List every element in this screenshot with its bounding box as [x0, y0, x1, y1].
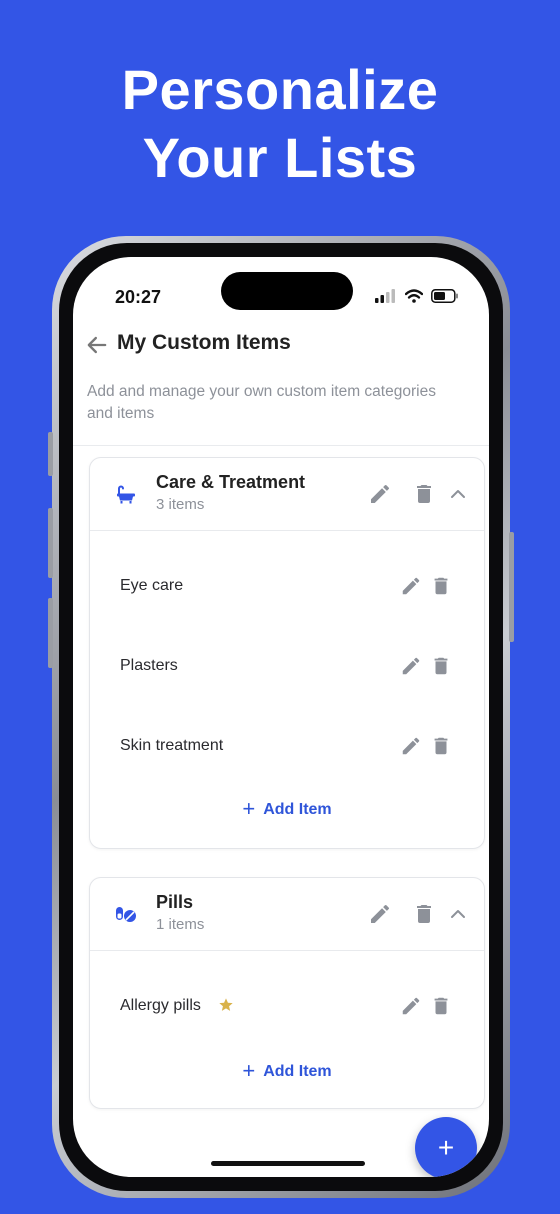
- add-category-fab[interactable]: +: [415, 1117, 477, 1177]
- back-arrow-icon[interactable]: [83, 331, 111, 359]
- item-name: Skin treatment: [120, 737, 224, 754]
- edit-category-pencil-icon[interactable]: [368, 482, 392, 506]
- plus-icon: +: [437, 1132, 455, 1163]
- category-card-care-treatment: Care & Treatment 3 items Eye care Plaste…: [89, 457, 485, 849]
- add-item-button[interactable]: + Add Item: [90, 796, 484, 822]
- category-item-count: 3 items: [156, 496, 205, 513]
- category-card-pills: Pills 1 items Allergy pills + Add Item: [89, 877, 485, 1109]
- pills-icon: [116, 907, 136, 922]
- app-bar: My Custom Items: [73, 323, 489, 373]
- headline-line-1: Personalize: [121, 58, 439, 121]
- item-name: Plasters: [120, 657, 178, 674]
- dynamic-island: [221, 272, 353, 310]
- phone-frame: 20:27 My Custom Items Add and manage you…: [48, 236, 514, 1198]
- phone-volume-down-button: [48, 598, 53, 668]
- list-item[interactable]: Plasters: [90, 627, 484, 707]
- header-divider: [73, 445, 489, 446]
- edit-item-pencil-icon[interactable]: [400, 735, 422, 757]
- status-icons: [375, 289, 459, 303]
- page-subtitle: Add and manage your own custom item cate…: [87, 383, 436, 422]
- phone-bezel: 20:27 My Custom Items Add and manage you…: [59, 243, 503, 1191]
- phone-volume-up-button: [48, 508, 53, 578]
- delete-item-trash-icon[interactable]: [430, 735, 452, 757]
- add-item-button[interactable]: + Add Item: [90, 1058, 484, 1084]
- collapse-chevron-up-icon[interactable]: [446, 902, 470, 926]
- category-item-count: 1 items: [156, 916, 205, 933]
- battery-icon: [431, 289, 458, 303]
- category-header[interactable]: Pills 1 items: [90, 878, 484, 951]
- phone-power-button: [509, 532, 514, 642]
- delete-category-trash-icon[interactable]: [412, 482, 436, 506]
- phone-action-button: [48, 432, 53, 476]
- list-item[interactable]: Skin treatment: [90, 707, 484, 787]
- collapse-chevron-up-icon[interactable]: [446, 482, 470, 506]
- bathtub-icon: [117, 485, 135, 504]
- plus-icon: +: [242, 1058, 256, 1083]
- delete-item-trash-icon[interactable]: [430, 995, 452, 1017]
- edit-category-pencil-icon[interactable]: [368, 902, 392, 926]
- headline-line-2: Your Lists: [142, 126, 418, 189]
- item-name: Eye care: [120, 577, 184, 594]
- home-indicator[interactable]: [211, 1161, 365, 1166]
- list-item[interactable]: Eye care: [90, 547, 484, 627]
- edit-item-pencil-icon[interactable]: [400, 655, 422, 677]
- category-name: Pills: [156, 892, 194, 912]
- add-item-label: Add Item: [263, 1063, 332, 1080]
- category-name: Care & Treatment: [156, 472, 306, 492]
- phone-screen: 20:27 My Custom Items Add and manage you…: [73, 257, 489, 1177]
- status-bar: 20:27: [73, 257, 489, 317]
- signal-icon: [375, 289, 395, 303]
- category-header[interactable]: Care & Treatment 3 items: [90, 458, 484, 531]
- headline: Personalize Your Lists: [0, 56, 560, 192]
- list-item[interactable]: Allergy pills: [90, 967, 484, 1047]
- delete-item-trash-icon[interactable]: [430, 575, 452, 597]
- add-item-label: Add Item: [263, 801, 332, 818]
- item-name: Allergy pills: [120, 997, 201, 1014]
- status-time: 20:27: [115, 287, 162, 307]
- delete-category-trash-icon[interactable]: [412, 902, 436, 926]
- favorite-star-icon: [219, 998, 233, 1011]
- page-title: My Custom Items: [117, 331, 291, 354]
- plus-icon: +: [242, 796, 256, 821]
- edit-item-pencil-icon[interactable]: [400, 995, 422, 1017]
- wifi-icon: [405, 289, 423, 303]
- delete-item-trash-icon[interactable]: [430, 655, 452, 677]
- edit-item-pencil-icon[interactable]: [400, 575, 422, 597]
